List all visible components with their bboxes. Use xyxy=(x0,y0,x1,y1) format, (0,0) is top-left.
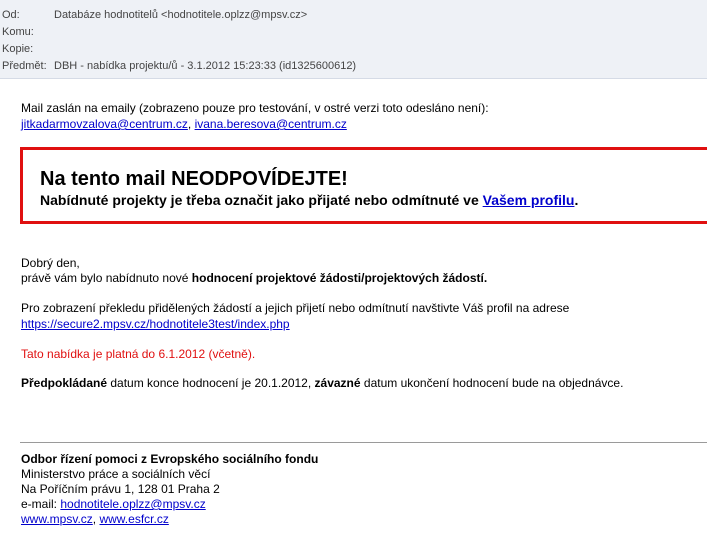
header-cc-row: Kopie: xyxy=(2,42,54,56)
deadline-line: Předpokládané datum konce hodnocení je 2… xyxy=(21,376,623,391)
deadline-mid: datum konce hodnocení je 20.1.2012, xyxy=(107,376,315,390)
recipient-email-link-2[interactable]: ivana.beresova@centrum.cz xyxy=(195,117,347,131)
signature-email-line: e-mail: hodnotitele.oplzz@mpsv.cz xyxy=(21,497,206,512)
web-link-mpsv[interactable]: www.mpsv.cz xyxy=(21,512,93,526)
from-label: Od: xyxy=(2,9,20,21)
signature-divider xyxy=(20,442,707,443)
signature-email-label: e-mail: xyxy=(21,497,61,511)
signature-dept: Odbor řízení pomoci z Evropského sociáln… xyxy=(21,452,318,467)
profile-url-link[interactable]: https://secure2.mpsv.cz/hodnotitele3test… xyxy=(21,317,290,331)
profile-url-line: https://secure2.mpsv.cz/hodnotitele3test… xyxy=(21,317,290,332)
email-header: Od: Databáze hodnotitelů <hodnotitele.opl… xyxy=(0,0,707,79)
header-subject-row: Předmět: DBH - nabídka projektu/ů - 3.1.2… xyxy=(2,59,356,73)
web-link-esfcr[interactable]: www.esfcr.cz xyxy=(99,512,168,526)
signature-ministry: Ministerstvo práce a sociálních věcí xyxy=(21,467,211,481)
cc-label: Kopie: xyxy=(2,43,34,55)
profile-link[interactable]: Vašem profilu xyxy=(483,192,575,208)
offer-line-text: právě vám bylo nabídnuto nové xyxy=(21,271,192,285)
validity-notice: Tato nabídka je platná do 6.1.2012 (včet… xyxy=(21,347,256,361)
signature-web-line: www.mpsv.cz, www.esfcr.cz xyxy=(21,512,169,527)
subject-label: Předmět: xyxy=(2,60,47,72)
header-to-row: Komu: xyxy=(2,25,54,39)
intro-emails: jitkadarmovzalova@centrum.cz, ivana.bere… xyxy=(21,117,347,132)
header-from-row: Od: Databáze hodnotitelů <hodnotitele.opl… xyxy=(2,8,307,22)
info-text: Pro zobrazení překledu přidělených žádos… xyxy=(21,301,570,315)
deadline-bold-1: Předpokládané xyxy=(21,376,108,390)
offer-line-bold: hodnocení projektové žádosti/projektovýc… xyxy=(191,271,488,285)
warning-text-after: . xyxy=(574,192,579,208)
from-value[interactable]: Databáze hodnotitelů <hodnotitele.oplzz@… xyxy=(54,9,307,21)
greeting: Dobrý den, xyxy=(21,256,80,270)
signature-address: Na Poříčním právu 1, 128 01 Praha 2 xyxy=(21,482,220,496)
warning-box: Na tento mail NEODPOVÍDEJTE! Nabídnuté p… xyxy=(20,147,707,224)
signature-dept-text: Odbor řízení pomoci z Evropského sociáln… xyxy=(21,452,319,466)
signature-email-link[interactable]: hodnotitele.oplzz@mpsv.cz xyxy=(60,497,205,511)
warning-text-before: Nabídnuté projekty je třeba označit jako… xyxy=(40,192,483,208)
intro-text: Mail zaslán na emaily (zobrazeno pouze p… xyxy=(21,101,489,115)
recipient-email-link-1[interactable]: jitkadarmovzalova@centrum.cz xyxy=(21,117,188,131)
deadline-end: datum ukončení hodnocení bude na objedná… xyxy=(360,376,624,390)
warning-title: Na tento mail NEODPOVÍDEJTE! xyxy=(40,168,348,190)
warning-text: Nabídnuté projekty je třeba označit jako… xyxy=(40,192,578,208)
email-separator: , xyxy=(187,117,195,131)
deadline-bold-2: závazné xyxy=(314,376,361,390)
offer-line: právě vám bylo nabídnuto nové hodnocení … xyxy=(21,271,487,286)
subject-value: DBH - nabídka projektu/ů - 3.1.2012 15:2… xyxy=(54,60,357,72)
to-label: Komu: xyxy=(2,26,34,38)
